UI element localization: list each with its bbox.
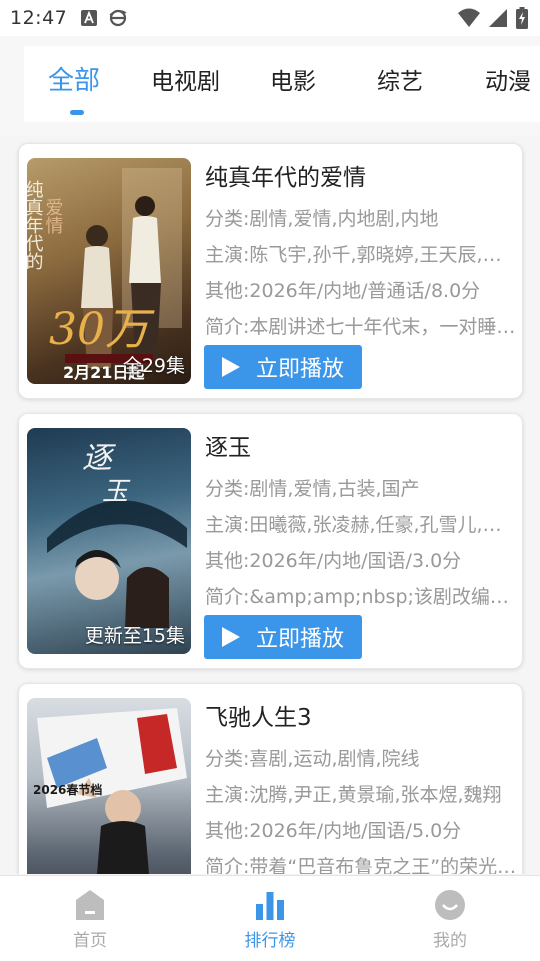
video-intro: 简介:本剧讲述七十年代末，一对睡在上下铺的兄弟 — [205, 316, 517, 338]
profile-icon — [435, 890, 465, 920]
tab-tv-series[interactable]: 电视剧 — [151, 62, 220, 96]
video-list[interactable]: 30万 2月21日起 纯真年代的 爱情 全29集 纯真年代的爱情 分类:剧情,爱… — [0, 136, 540, 874]
episode-badge: 全29集 — [122, 355, 185, 377]
video-info: 其他:2026年/内地/国语/5.0分 — [205, 820, 462, 842]
video-cast: 主演:田曦薇,张凌赫,任豪,孔雪儿,杨雨潼 — [205, 514, 517, 536]
poster-tag: 2026春节档 — [33, 782, 102, 797]
video-intro: 简介:&amp;amp;nbsp;该剧改编自同名小说 — [205, 586, 517, 608]
nav-ranking-label: 排行榜 — [244, 931, 296, 951]
wifi-icon — [458, 8, 480, 27]
poster-logo: 逐 — [82, 441, 116, 476]
tab-variety[interactable]: 综艺 — [377, 62, 423, 96]
tab-all[interactable]: 全部 — [48, 60, 100, 97]
signal-icon — [489, 9, 507, 27]
tabs-scroller[interactable]: 全部 电视剧 电影 综艺 动漫 — [24, 46, 540, 122]
video-info: 其他:2026年/内地/国语/3.0分 — [205, 550, 462, 572]
episode-badge: 更新至15集 — [84, 625, 185, 647]
nav-profile-label: 我的 — [433, 931, 467, 951]
play-now-button[interactable]: 立即播放 — [204, 615, 362, 659]
play-now-button[interactable]: 立即播放 — [204, 345, 362, 389]
home-icon — [76, 890, 104, 920]
poster-vertical-title: 纯真年代的 — [27, 180, 44, 271]
play-button-label: 立即播放 — [256, 627, 345, 652]
poster-image[interactable]: 30万 2月21日起 纯真年代的 爱情 全29集 — [27, 158, 191, 384]
battery-icon — [516, 7, 528, 29]
nav-profile[interactable]: 我的 — [360, 876, 540, 961]
nav-home-label: 首页 — [73, 931, 107, 951]
play-icon — [222, 357, 240, 377]
video-category: 分类:剧情,爱情,古装,国产 — [205, 478, 420, 500]
category-tabs: 全部 电视剧 电影 综艺 动漫 — [0, 36, 540, 136]
video-cast: 主演:陈飞宇,孙千,郭晓婷,王天辰,刘怡潼 — [205, 244, 517, 266]
poster-artwork: 2026春节档 — [33, 708, 187, 874]
video-title[interactable]: 纯真年代的爱情 — [205, 158, 366, 192]
video-category: 分类:剧情,爱情,内地剧,内地 — [205, 208, 439, 230]
poster-number: 30万 — [49, 304, 155, 355]
browser-e-icon — [109, 9, 127, 27]
active-tab-indicator — [70, 110, 84, 115]
video-title[interactable]: 飞驰人生3 — [205, 698, 312, 732]
play-button-label: 立即播放 — [256, 357, 345, 382]
poster-image[interactable]: 逐 玉 更新至15集 — [27, 428, 191, 654]
tab-anime[interactable]: 动漫 — [485, 62, 531, 96]
status-time: 12:47 — [10, 7, 68, 29]
chart-icon — [256, 892, 284, 920]
video-title[interactable]: 逐玉 — [205, 428, 251, 462]
video-info: 其他:2026年/内地/普通话/8.0分 — [205, 280, 481, 302]
svg-text:爱情: 爱情 — [43, 198, 64, 235]
notification-a-icon — [81, 10, 98, 26]
video-card[interactable]: 逐 玉 更新至15集 逐玉 分类:剧情,爱情,古装,国产 主演:田曦薇,张凌赫,… — [18, 413, 523, 669]
video-card[interactable]: 30万 2月21日起 纯真年代的 爱情 全29集 纯真年代的爱情 分类:剧情,爱… — [18, 143, 523, 399]
tab-movies[interactable]: 电影 — [270, 62, 316, 96]
video-intro: 简介:带着“巴音布鲁克之王”的荣光重返赛场 — [205, 856, 517, 874]
video-cast: 主演:沈腾,尹正,黄景瑜,张本煜,魏翔 — [205, 784, 502, 806]
video-card[interactable]: 2026春节档 飞驰人生3 分类:喜剧,运动,剧情,院线 主演:沈腾,尹正,黄景… — [18, 683, 523, 874]
nav-ranking[interactable]: 排行榜 — [180, 876, 360, 961]
poster-image[interactable]: 2026春节档 — [27, 698, 191, 874]
nav-home[interactable]: 首页 — [0, 876, 180, 961]
play-icon — [222, 627, 240, 647]
status-bar: 12:47 — [0, 0, 540, 36]
bottom-navigation: 首页 排行榜 我的 — [0, 875, 540, 961]
svg-text:玉: 玉 — [102, 477, 131, 507]
video-category: 分类:喜剧,运动,剧情,院线 — [205, 748, 420, 770]
